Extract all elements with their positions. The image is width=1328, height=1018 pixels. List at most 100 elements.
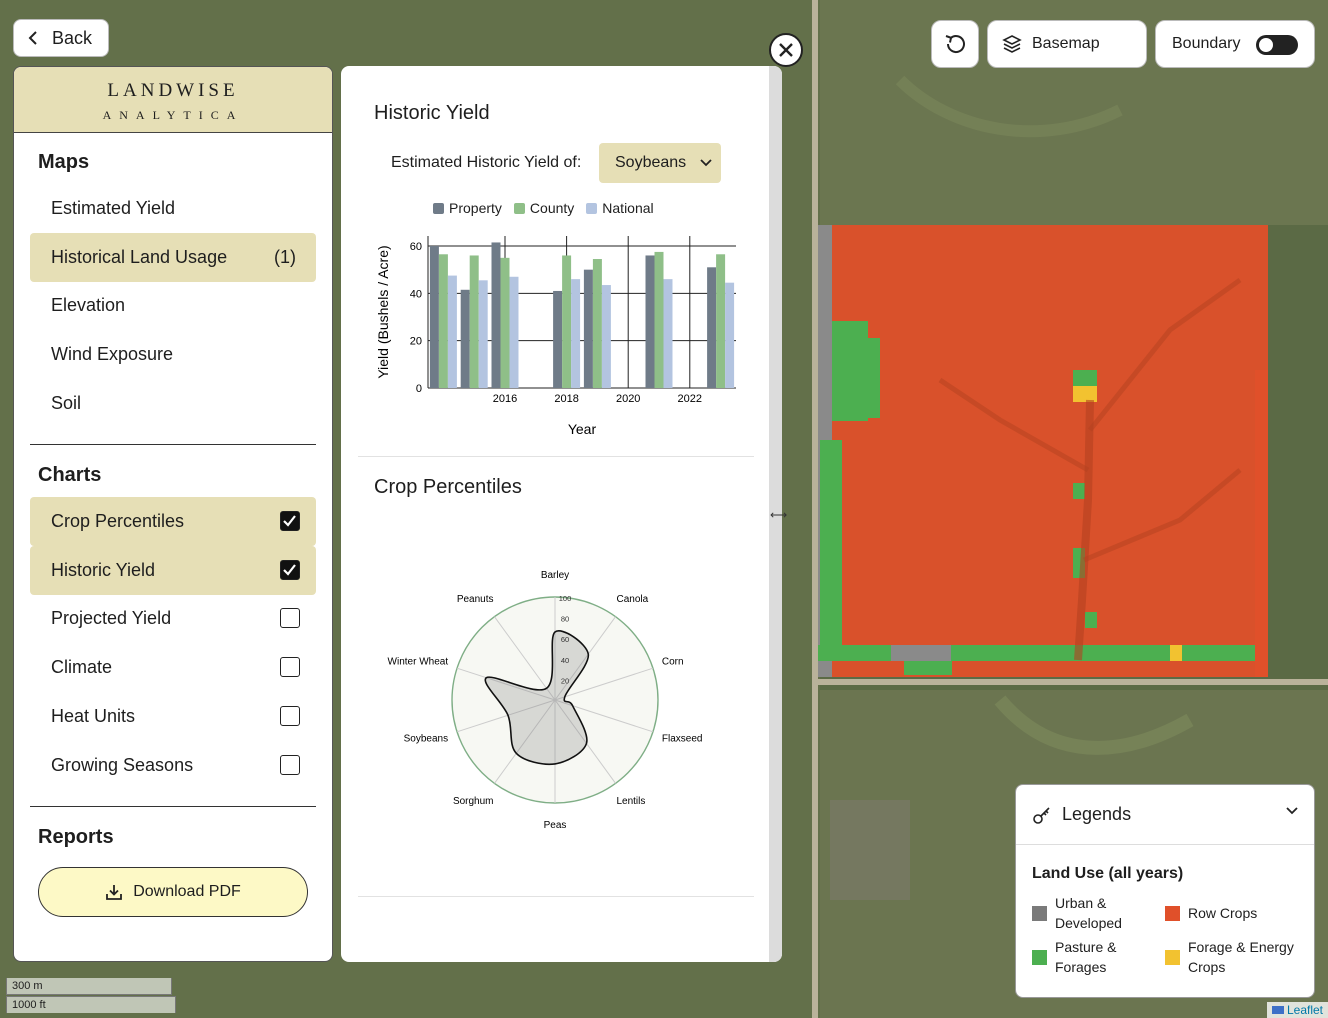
layers-icon xyxy=(1002,35,1022,53)
legend-label: Forage & Energy Crops xyxy=(1188,939,1294,975)
map-item-label: Soil xyxy=(51,393,82,413)
map-item-estimated-yield[interactable]: Estimated Yield xyxy=(30,184,316,233)
key-icon xyxy=(1033,806,1050,824)
logo-line-2: ANALYTICA xyxy=(102,108,244,122)
map-attribution[interactable]: Leaflet xyxy=(1266,1002,1328,1018)
map-item-label: Historical Land Usage xyxy=(51,247,228,267)
scale-imperial: 1000 ft xyxy=(6,996,176,1013)
section-separator xyxy=(358,456,754,457)
legend-label: County xyxy=(529,200,575,216)
legend-swatch xyxy=(586,203,598,214)
map-item-label: Wind Exposure xyxy=(51,344,174,364)
map-item-historical-land-usage[interactable]: Historical Land Usage (1) xyxy=(30,233,316,282)
check-icon xyxy=(283,515,296,527)
reset-view-button[interactable] xyxy=(931,20,979,68)
legend-entry[interactable]: County xyxy=(513,200,575,216)
bar xyxy=(654,251,664,388)
close-panel-button[interactable] xyxy=(769,33,803,67)
map-item-wind-exposure[interactable]: Wind Exposure xyxy=(30,330,316,379)
chart-legend: Property County National xyxy=(433,200,654,216)
boundary-toggle[interactable]: Boundary xyxy=(1155,20,1315,68)
category-label: Sorghum xyxy=(453,796,494,807)
x-tick-label: 2016 xyxy=(493,393,517,405)
crop-select-value: Soybeans xyxy=(615,154,687,171)
chart-item-label: Historic Yield xyxy=(51,560,156,580)
chevron-left-icon xyxy=(28,31,37,45)
legends-title: Legends xyxy=(1062,804,1132,824)
radial-tick-label: 80 xyxy=(561,615,569,624)
legend-label: National xyxy=(602,200,654,216)
category-label: Winter Wheat xyxy=(388,656,449,667)
flag-icon xyxy=(1271,1006,1284,1014)
map-item-count: (1) xyxy=(274,247,296,267)
checkbox-unchecked[interactable] xyxy=(280,608,300,628)
download-icon xyxy=(106,885,123,900)
historic-yield-chart: 0 20 40 60 2016 2018 2020 2022 Year Yield (Bushel… xyxy=(375,236,736,437)
divider xyxy=(30,806,316,807)
legend-item-row-crops: Row Crops xyxy=(1165,903,1257,923)
radial-tick-label: 40 xyxy=(561,656,569,665)
checkbox-checked[interactable] xyxy=(280,511,300,531)
chevron-down-icon xyxy=(700,159,712,167)
charts-heading: Charts xyxy=(38,464,102,486)
scale-metric: 300 m xyxy=(6,978,172,995)
x-tick-label: 2020 xyxy=(616,393,640,405)
chart-item-heat-units[interactable]: Heat Units xyxy=(30,692,316,741)
crop-percentiles-chart: 20 40 60 80 100 Barley Canola Corn Flaxseed Lenti… xyxy=(388,570,703,831)
y-tick-label: 60 xyxy=(410,241,422,253)
bar xyxy=(491,242,501,388)
chart-item-crop-percentiles[interactable]: Crop Percentiles xyxy=(30,497,316,546)
download-label: Download PDF xyxy=(133,883,241,900)
legend-item-pasture: Pasture & Forages xyxy=(1032,937,1116,977)
chart-item-label: Growing Seasons xyxy=(51,755,194,775)
check-icon xyxy=(283,564,296,576)
category-label: Lentils xyxy=(616,796,645,807)
download-pdf-button[interactable]: Download PDF xyxy=(38,867,308,917)
bar xyxy=(583,269,593,388)
chart-item-projected-yield[interactable]: Projected Yield xyxy=(30,594,316,643)
legends-panel: Legends Land Use (all years) Urban & Deve… xyxy=(1015,784,1315,998)
y-tick-label: 40 xyxy=(410,288,422,300)
chart-item-historic-yield[interactable]: Historic Yield xyxy=(30,546,316,595)
legend-entry[interactable]: National xyxy=(586,200,654,216)
y-axis-label: Yield (Bushels / Acre) xyxy=(375,245,391,378)
boundary-label: Boundary xyxy=(1172,35,1241,52)
maps-heading: Maps xyxy=(38,151,90,173)
legend-entry[interactable]: Property xyxy=(433,200,502,216)
map-item-elevation[interactable]: Elevation xyxy=(30,281,316,330)
radial-tick-label: 20 xyxy=(561,676,569,685)
boundary-switch[interactable] xyxy=(1256,35,1298,55)
checkbox-checked[interactable] xyxy=(280,560,300,580)
map-item-label: Elevation xyxy=(51,295,126,315)
legend-swatch xyxy=(513,203,525,214)
charts-panel: Historic Yield Estimated Historic Yield … xyxy=(341,66,782,962)
legend-swatch xyxy=(1032,949,1047,965)
bar xyxy=(460,289,470,388)
bar xyxy=(429,246,439,388)
legend-swatch xyxy=(1032,905,1047,921)
checkbox-unchecked[interactable] xyxy=(280,657,300,677)
resize-handle-icon[interactable]: ⟷ xyxy=(770,508,787,522)
chart-item-growing-seasons[interactable]: Growing Seasons xyxy=(30,741,316,790)
basemap-button[interactable]: Basemap xyxy=(987,20,1147,68)
sidebar: LANDWISE ANALYTICA Maps Estimated Yield … xyxy=(13,66,333,962)
checkbox-unchecked[interactable] xyxy=(280,706,300,726)
logo: LANDWISE ANALYTICA xyxy=(14,67,332,133)
map-item-label: Estimated Yield xyxy=(51,198,176,218)
legend-label: Row Crops xyxy=(1188,905,1258,921)
chart-item-climate[interactable]: Climate xyxy=(30,643,316,692)
legend-label: Pasture & Forages xyxy=(1055,939,1117,975)
bar xyxy=(645,255,655,388)
category-label: Barley xyxy=(541,570,569,581)
back-button[interactable]: Back xyxy=(13,19,109,57)
legend-label: Urban & Developed xyxy=(1055,895,1122,931)
checkbox-unchecked[interactable] xyxy=(280,755,300,775)
legend-swatch xyxy=(1165,905,1180,921)
legends-header[interactable]: Legends xyxy=(1016,785,1314,845)
historic-yield-title: Historic Yield xyxy=(374,102,490,124)
crop-select[interactable]: Soybeans xyxy=(599,143,721,183)
chart-item-label: Heat Units xyxy=(51,706,136,726)
bar xyxy=(707,267,717,388)
legend-swatch xyxy=(1165,949,1180,965)
map-item-soil[interactable]: Soil xyxy=(30,379,316,428)
